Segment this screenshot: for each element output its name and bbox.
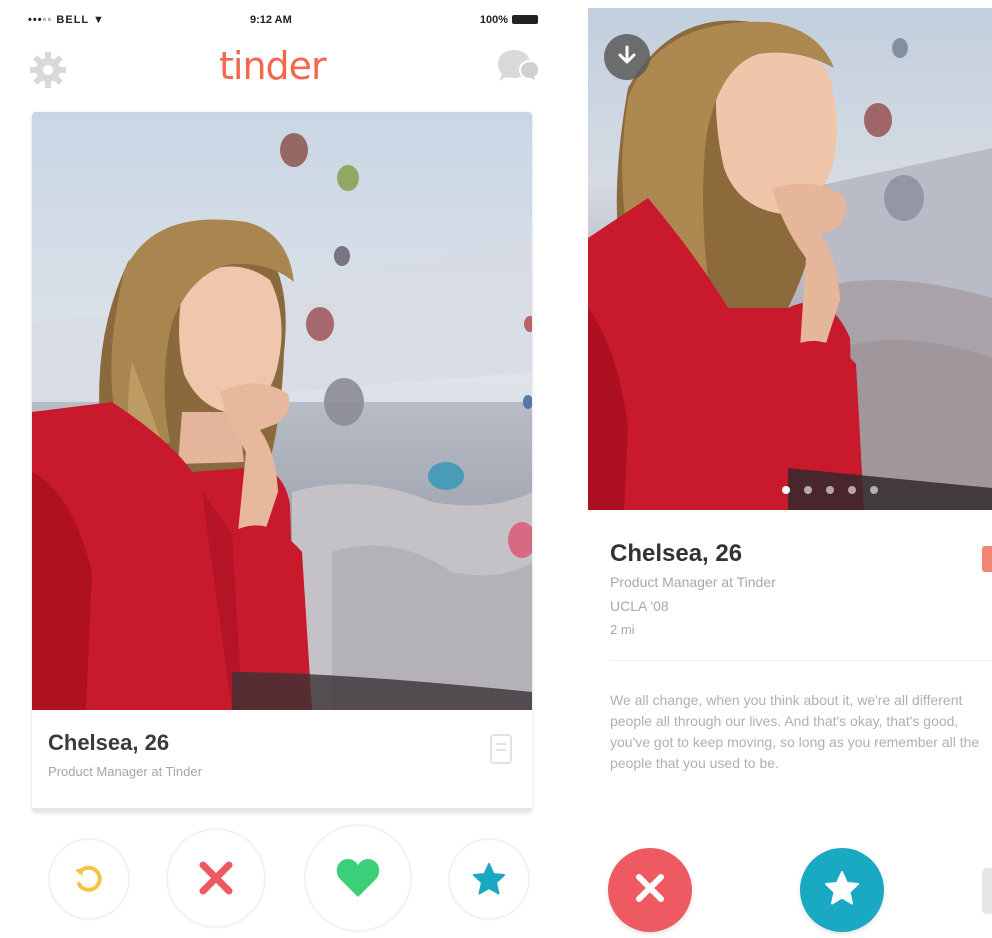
profile-job: Product Manager at Tinder bbox=[610, 574, 776, 590]
divider bbox=[610, 660, 992, 661]
card-job: Product Manager at Tinder bbox=[48, 764, 202, 779]
chat-bubbles-icon[interactable] bbox=[494, 48, 541, 88]
collapse-button[interactable] bbox=[604, 34, 650, 80]
pagination-dot[interactable] bbox=[848, 486, 856, 494]
rewind-button[interactable] bbox=[50, 840, 128, 918]
action-bar-detail bbox=[586, 838, 992, 938]
pagination-dot[interactable] bbox=[870, 486, 878, 494]
star-icon bbox=[823, 870, 861, 911]
battery-indicator: 100% bbox=[480, 14, 538, 26]
rewind-icon bbox=[72, 862, 106, 896]
battery-icon bbox=[512, 15, 538, 24]
nope-button[interactable] bbox=[168, 830, 264, 926]
status-bar: •••◦◦ BELL ▼ 9:12 AM 100% bbox=[28, 10, 538, 34]
profile-school: UCLA '08 bbox=[610, 598, 669, 614]
nope-button[interactable] bbox=[608, 848, 692, 932]
app-header: tinder bbox=[24, 40, 544, 100]
card-info: Chelsea, 26 Product Manager at Tinder bbox=[32, 710, 532, 812]
like-button[interactable] bbox=[982, 868, 992, 914]
profile-photo[interactable] bbox=[32, 112, 532, 710]
profile-photo-large[interactable] bbox=[588, 8, 992, 510]
like-button[interactable] bbox=[306, 826, 410, 930]
pagination-dot[interactable] bbox=[804, 486, 812, 494]
share-icon[interactable] bbox=[982, 546, 992, 572]
profile-bio: We all change, when you think about it, … bbox=[610, 692, 980, 771]
app-logo: tinder bbox=[219, 44, 327, 88]
x-icon bbox=[196, 858, 236, 898]
carrier-label: •••◦◦ BELL ▼ bbox=[28, 14, 105, 26]
x-icon bbox=[633, 871, 667, 910]
pagination-dot[interactable] bbox=[782, 486, 790, 494]
profile-card[interactable]: Chelsea, 26 Product Manager at Tinder bbox=[32, 112, 532, 812]
photo-pagination[interactable] bbox=[782, 486, 878, 496]
clock: 9:12 AM bbox=[250, 14, 292, 26]
card-name: Chelsea, 26 bbox=[48, 730, 170, 755]
heart-icon bbox=[334, 857, 382, 899]
info-icon[interactable] bbox=[488, 732, 514, 766]
profile-name: Chelsea, 26 bbox=[610, 540, 743, 567]
action-bar bbox=[36, 822, 536, 932]
pagination-dot[interactable] bbox=[826, 486, 834, 494]
profile-detail-screen: Chelsea, 26 Product Manager at Tinder UC… bbox=[586, 0, 992, 938]
star-icon bbox=[471, 862, 507, 896]
down-arrow-icon bbox=[616, 44, 638, 71]
battery-percent: 100% bbox=[479, 14, 508, 26]
gear-icon[interactable] bbox=[28, 50, 68, 90]
profile-distance: 2 mi bbox=[610, 622, 635, 637]
card-stack-screen: •••◦◦ BELL ▼ 9:12 AM 100% tinder Chelsea… bbox=[0, 0, 560, 938]
super-like-button[interactable] bbox=[800, 848, 884, 932]
super-like-button[interactable] bbox=[450, 840, 528, 918]
